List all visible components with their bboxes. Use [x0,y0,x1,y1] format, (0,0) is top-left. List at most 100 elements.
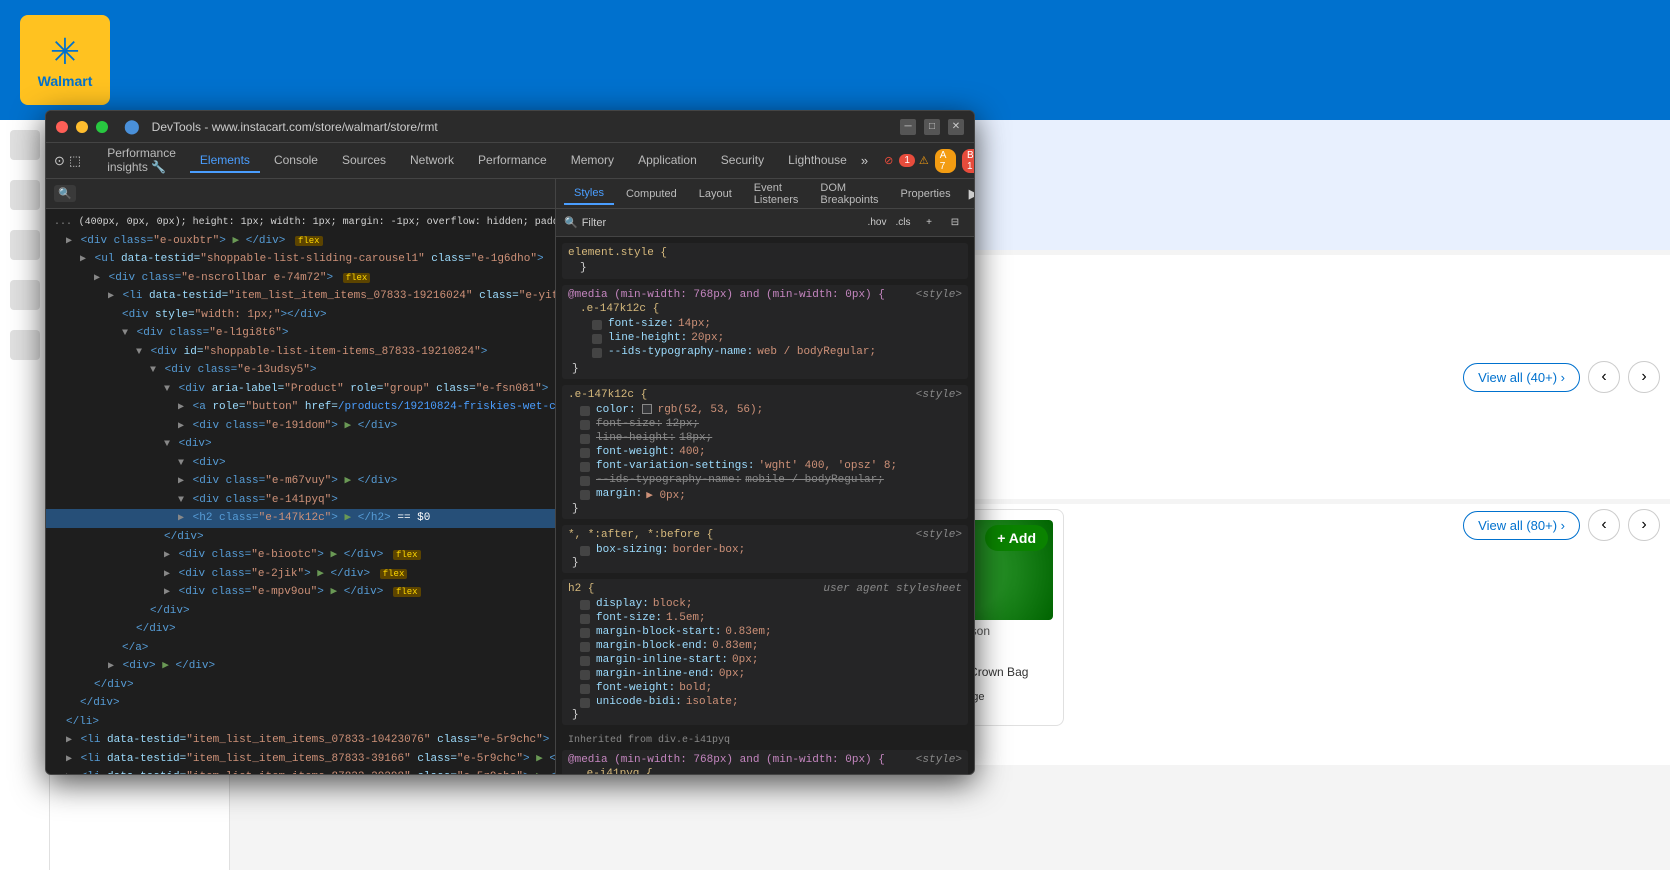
walmart-logo[interactable]: ✳ Walmart [20,15,110,105]
close-icon[interactable]: ✕ [948,119,964,135]
maximize-button[interactable] [96,121,108,133]
css-checkbox-13[interactable] [580,614,590,624]
css-inherited-label: Inherited from div.e-i41pyq [562,731,968,750]
walmart-logo-text: Walmart [38,73,93,89]
css-checkbox-15[interactable] [580,642,590,652]
restore-icon[interactable]: □ [924,119,940,135]
styles-filter-bar: 🔍 Filter .hov .cls + ⊟ [556,209,974,237]
css-checkbox-9[interactable] [580,476,590,486]
css-checkbox-17[interactable] [580,670,590,680]
view-all-button-1[interactable]: View all (40+) › [1463,363,1580,392]
warning-icon: ⚠ [919,154,929,167]
tab-application[interactable]: Application [628,149,707,173]
styles-tab-properties[interactable]: Properties [890,184,960,204]
minimize-icon[interactable]: ─ [900,119,916,135]
prev-arrow-2[interactable]: ‹ [1588,509,1620,541]
css-checkbox-10[interactable] [580,490,590,500]
css-checkbox-4[interactable] [580,406,590,416]
sidebar-icon-2[interactable] [10,180,40,210]
elem-line-6: <div style="width: 1px;"></div> [46,306,555,325]
css-checkbox-1[interactable] [592,320,602,330]
pseudo-cls[interactable]: .cls [892,212,914,234]
styles-filter-button[interactable]: ▶ [963,183,974,205]
css-element-style: element.style { } [562,243,968,279]
sidebar-icon-4[interactable] [10,280,40,310]
walmart-sidebar [0,120,50,870]
css-line-fontsize-2: font-size: 12px; [568,417,962,431]
prev-arrow-1[interactable]: ‹ [1588,361,1620,393]
pseudo-hover[interactable]: .hov [866,212,888,234]
tab-network[interactable]: Network [400,149,464,173]
tab-elements[interactable]: Elements [190,149,260,173]
responsive-mode-button[interactable]: ⬚ [69,150,81,172]
css-checkbox-6[interactable] [580,434,590,444]
elem-line-2: ▶ <div class="e-ouxbtr"> ▶ </div> flex [46,232,555,251]
styles-tab-event-listeners[interactable]: Event Listeners [744,179,809,210]
tab-lighthouse[interactable]: Lighthouse [778,149,857,173]
css-source-1[interactable]: <style> [916,289,962,301]
elem-line-13: ▼ <div> [46,435,555,454]
css-line-fontvariation-1: font-variation-settings: 'wght' 400, 'op… [568,459,962,473]
elem-line-7: ▼ <div class="e-l1gi8t6"> [46,324,555,343]
elem-line-17-selected[interactable]: ▶ <h2 class="e-147k12c"> ▶ </h2> == $0 [46,509,555,528]
elem-line-8: ▼ <div id="shoppable-list-item-items_878… [46,343,555,362]
tab-console[interactable]: Console [264,149,328,173]
elem-line-22: </div> [46,602,555,621]
css-source-5[interactable]: <style> [916,754,962,766]
styles-tab-layout[interactable]: Layout [689,184,742,204]
elements-panel: 🔍 ... (400px, 0px, 0px); height: 1px; wi… [46,179,556,775]
css-source-2[interactable]: <style> [916,389,962,401]
error-circle-icon: ⊘ [884,154,893,167]
styles-tab-styles[interactable]: Styles [564,183,614,205]
css-line-display-1: display: block; [568,597,962,611]
css-checkbox-7[interactable] [580,448,590,458]
elem-line-15: ▶ <div class="e-m67vuy"> ▶ </div> [46,472,555,491]
devtools-panels: 🔍 ... (400px, 0px, 0px); height: 1px; wi… [46,179,974,775]
devtools-url: DevTools - www.instacart.com/store/walma… [152,120,438,134]
next-arrow-2[interactable]: › [1628,509,1660,541]
css-checkbox-18[interactable] [580,684,590,694]
new-style[interactable]: + [918,212,940,234]
css-line-margininlineend: margin-inline-end: 0px; [568,667,962,681]
close-button[interactable] [56,121,68,133]
tab-performance-insights[interactable]: Performance insights 🔧 [97,142,186,180]
more-tabs-button[interactable]: » [861,150,868,172]
css-line-marginblockstart: margin-block-start: 0.83em; [568,625,962,639]
css-e147k12c-block: .e-147k12c { <style> color: rgb(52, 53, … [562,385,968,519]
elem-line-29: ▶ <li data-testid="item_list_item_items_… [46,731,555,750]
css-checkbox-12[interactable] [580,600,590,610]
tab-memory[interactable]: Memory [561,149,624,173]
css-checkbox-16[interactable] [580,656,590,666]
styles-tab-dom-breakpoints[interactable]: DOM Breakpoints [810,179,888,210]
css-checkbox-8[interactable] [580,462,590,472]
styles-tab-computed[interactable]: Computed [616,184,687,204]
css-checkbox-19[interactable] [580,698,590,708]
sidebar-icon-3[interactable] [10,230,40,260]
css-line-boxsizing: box-sizing: border-box; [568,543,962,557]
computed-toggle[interactable]: ⊟ [944,212,966,234]
css-checkbox-11[interactable] [580,546,590,556]
minimize-button[interactable] [76,121,88,133]
css-line-fontsize-3: font-size: 1.5em; [568,611,962,625]
css-checkbox-5[interactable] [580,420,590,430]
elem-line-16: ▼ <div class="e-141pyq"> [46,491,555,510]
devtools-titlebar: ⬤ DevTools - www.instacart.com/store/wal… [46,111,974,143]
elem-line-24: </a> [46,639,555,658]
next-arrow-1[interactable]: › [1628,361,1660,393]
css-source-3[interactable]: <style> [916,529,962,541]
tab-performance[interactable]: Performance [468,149,557,173]
elem-line-31: ▶ <li data-testid="item_list_item_items_… [46,768,555,775]
tab-security[interactable]: Security [711,149,774,173]
inspect-element-button[interactable]: ⊙ [54,150,65,172]
sidebar-icon-1[interactable] [10,130,40,160]
view-all-button-2[interactable]: View all (80+) › [1463,511,1580,540]
tab-sources[interactable]: Sources [332,149,396,173]
elements-filter[interactable]: 🔍 [54,185,76,202]
css-checkbox-2[interactable] [592,334,602,344]
color-swatch-1[interactable] [642,404,652,414]
css-checkbox-14[interactable] [580,628,590,638]
add-button-7[interactable]: + Add [985,525,1048,551]
sidebar-icon-5[interactable] [10,330,40,360]
devtools-toolbar: ⊙ ⬚ Performance insights 🔧 Elements Cons… [46,143,974,179]
css-checkbox-3[interactable] [592,348,602,358]
